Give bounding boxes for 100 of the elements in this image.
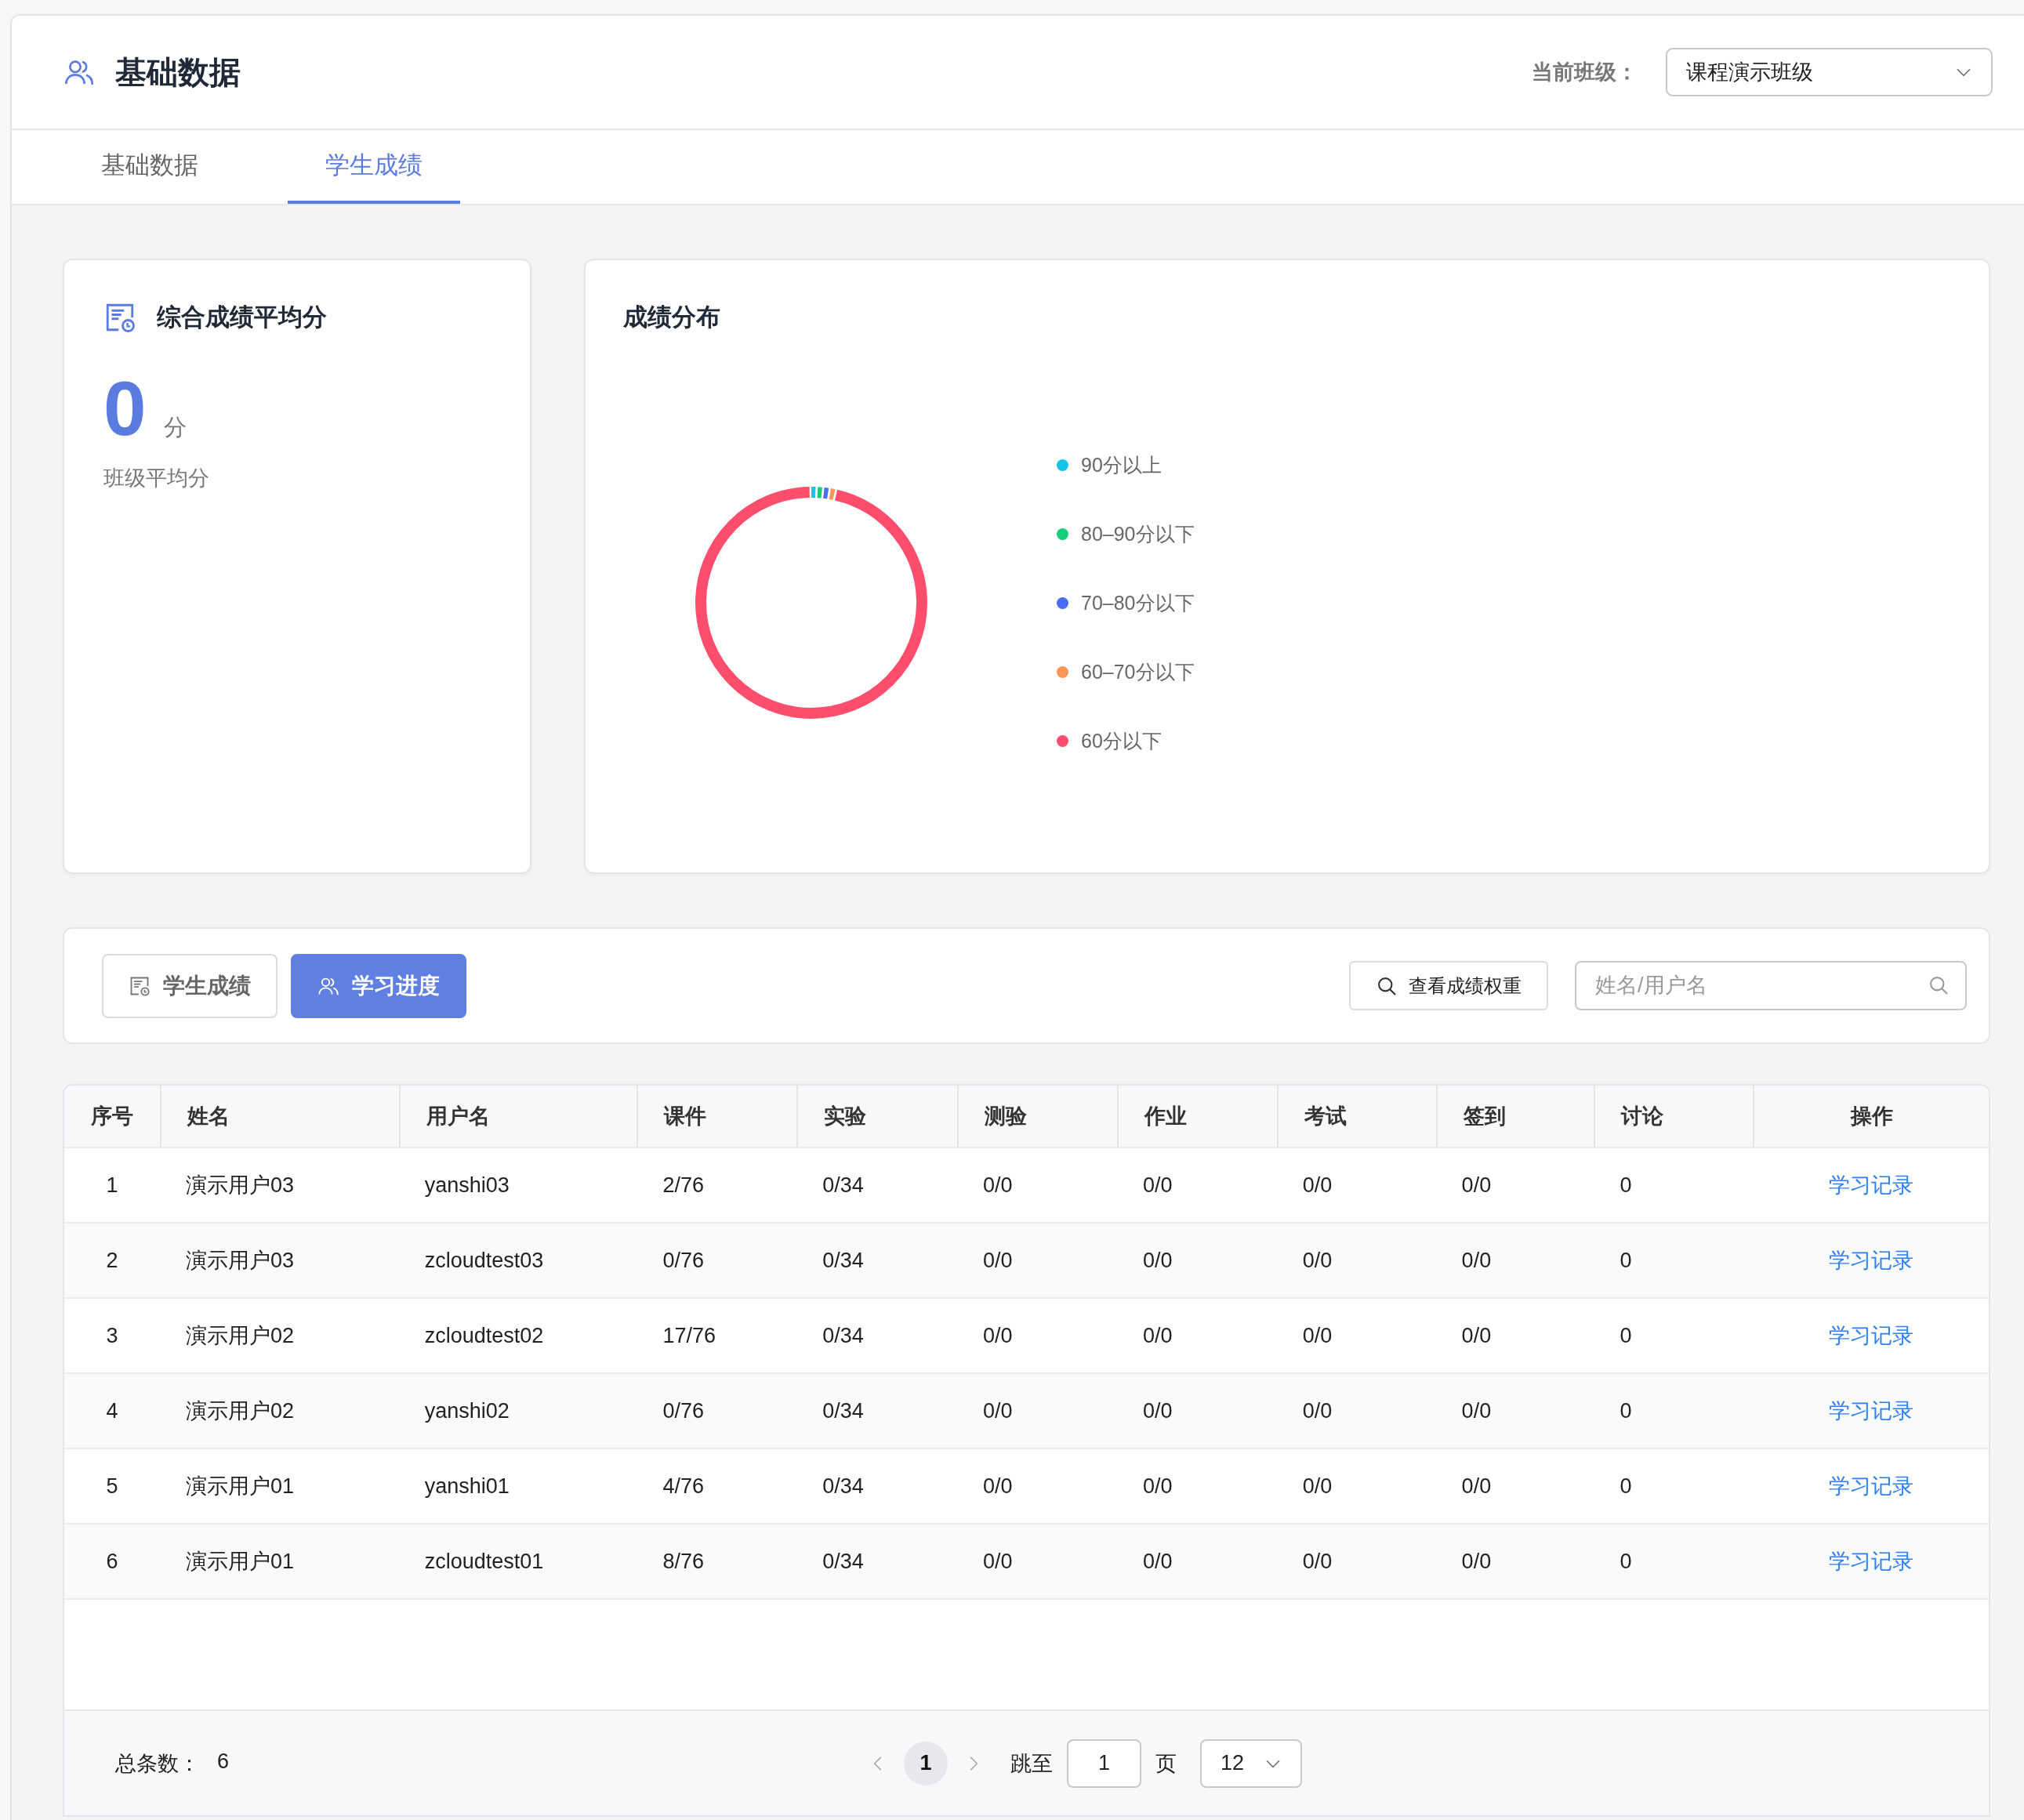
table-cell: 3 — [106, 1323, 118, 1348]
total-count: 6 — [217, 1749, 230, 1775]
table-cell: 0/0 — [1461, 1398, 1492, 1423]
table-cell-text: 演示用户02 — [185, 1398, 294, 1424]
table-cell: 5 — [106, 1474, 118, 1499]
search-field[interactable]: 姓名/用户名 — [1575, 961, 1967, 1010]
card-title: 综合成绩平均分 — [157, 303, 327, 332]
tab[interactable]: 基础数据 — [63, 130, 236, 204]
table-cell: zcloudtest03 — [424, 1248, 544, 1273]
table-cell: 0 — [1620, 1248, 1632, 1273]
table-cell: 0 — [1620, 1398, 1632, 1423]
legend-label: 60–70分以下 — [1081, 659, 1195, 684]
column-header: 讨论 — [1594, 1086, 1754, 1147]
study-record-link[interactable]: 学习记录 — [1828, 1397, 1913, 1425]
study-record-link[interactable]: 学习记录 — [1828, 1472, 1913, 1500]
page-title: 基础数据 — [115, 53, 241, 91]
table-cell: 0/0 — [983, 1549, 1013, 1574]
total-label: 总条数： — [115, 1750, 200, 1777]
table-cell: 0/34 — [822, 1248, 864, 1273]
tab[interactable]: 学生成绩 — [288, 130, 460, 204]
class-label: 当前班级： — [1532, 60, 1638, 85]
legend-label: 90分以上 — [1081, 452, 1162, 477]
search-icon — [1928, 974, 1950, 996]
table-cell-text: 演示用户03 — [185, 1248, 294, 1274]
page-unit-label: 页 — [1155, 1750, 1177, 1777]
table-cell: 0/0 — [1142, 1474, 1173, 1499]
table-cell: 0/0 — [1461, 1474, 1492, 1499]
table-cell: 0/0 — [983, 1323, 1013, 1348]
column-header: 考试 — [1276, 1086, 1436, 1147]
legend-label: 70–80分以下 — [1081, 590, 1195, 615]
table-cell: 0/0 — [1461, 1323, 1492, 1348]
table-cell: 6 — [106, 1549, 118, 1574]
page-size-select[interactable]: 12 — [1200, 1738, 1303, 1788]
table-cell: 1 — [106, 1173, 118, 1198]
jump-page-field[interactable]: 1 — [1067, 1738, 1141, 1788]
view-toggle-button[interactable]: 学习进度 — [291, 953, 466, 1018]
table-cell: 0 — [1620, 1549, 1632, 1574]
study-record-link[interactable]: 学习记录 — [1828, 1321, 1913, 1350]
table-cell: 0/0 — [983, 1173, 1013, 1198]
table-cell-text: 演示用户01 — [185, 1549, 294, 1575]
score-unit: 分 — [163, 414, 187, 441]
table-cell: 0/0 — [1142, 1323, 1173, 1348]
table-cell: 0 — [1620, 1173, 1632, 1198]
table-cell: 2 — [106, 1248, 118, 1273]
table-cell: 0/0 — [1302, 1248, 1333, 1273]
table-cell: 17/76 — [662, 1323, 716, 1348]
column-header: 作业 — [1116, 1086, 1277, 1147]
column-header: 课件 — [637, 1086, 797, 1147]
study-record-link[interactable]: 学习记录 — [1828, 1246, 1913, 1274]
table-cell: 0/0 — [983, 1248, 1013, 1273]
column-header: 用户名 — [398, 1086, 637, 1147]
score-caption: 班级平均分 — [103, 466, 210, 491]
table-cell: 0/0 — [983, 1398, 1013, 1423]
table-cell-text: 演示用户01 — [185, 1474, 294, 1499]
table-cell: 4/76 — [662, 1474, 704, 1499]
table-cell: 0/0 — [1461, 1549, 1492, 1574]
table-cell: yanshi01 — [424, 1474, 510, 1499]
table-cell: 0/0 — [983, 1474, 1013, 1499]
column-header: 姓名 — [159, 1086, 399, 1147]
table-cell: 0/34 — [822, 1474, 864, 1499]
table-cell: 0/34 — [822, 1398, 864, 1423]
table-cell: 0/0 — [1142, 1248, 1173, 1273]
study-record-link[interactable]: 学习记录 — [1828, 1171, 1913, 1199]
study-record-link[interactable]: 学习记录 — [1828, 1547, 1913, 1575]
table-cell: 8/76 — [662, 1549, 704, 1574]
table-cell: zcloudtest01 — [424, 1549, 544, 1574]
table-cell: 2/76 — [662, 1173, 704, 1198]
view-toggle-button[interactable]: 学生成绩 — [102, 953, 277, 1018]
table-cell: 0/0 — [1142, 1173, 1173, 1198]
legend-label: 80–90分以下 — [1081, 521, 1195, 546]
average-score: 0 — [103, 370, 147, 447]
table-cell: 0/0 — [1302, 1398, 1333, 1423]
table-cell: 0/0 — [1302, 1474, 1333, 1499]
table-cell: 0/76 — [662, 1248, 704, 1273]
table-cell: yanshi02 — [424, 1398, 510, 1423]
column-header: 签到 — [1435, 1086, 1594, 1147]
table-cell: 0 — [1620, 1323, 1632, 1348]
class-select[interactable]: 课程演示班级 — [1666, 48, 1993, 96]
table-cell: zcloudtest02 — [424, 1323, 544, 1348]
table-cell: 0/34 — [822, 1549, 864, 1574]
table-cell-text: 演示用户02 — [185, 1323, 294, 1349]
table-cell: 0/0 — [1142, 1398, 1173, 1423]
table-cell: 0/0 — [1302, 1323, 1333, 1348]
table-cell-text: 演示用户03 — [185, 1173, 294, 1198]
card-title: 成绩分布 — [623, 303, 721, 332]
table-cell: 0/34 — [822, 1323, 864, 1348]
table-cell: 0/0 — [1461, 1248, 1492, 1273]
table-cell: yanshi03 — [424, 1173, 510, 1198]
table-cell: 0/0 — [1302, 1173, 1333, 1198]
table-cell: 0/0 — [1302, 1549, 1333, 1574]
table-cell: 0/0 — [1142, 1549, 1173, 1574]
table-cell: 0/34 — [822, 1173, 864, 1198]
column-header: 操作 — [1753, 1086, 1989, 1147]
table-cell: 0 — [1620, 1474, 1632, 1499]
jump-label: 跳至 — [1010, 1750, 1053, 1777]
page-number[interactable]: 1 — [904, 1741, 948, 1786]
column-header: 测验 — [957, 1086, 1117, 1147]
column-header: 实验 — [796, 1086, 958, 1147]
weight-button[interactable]: 查看成绩权重 — [1349, 961, 1548, 1010]
column-header: 序号 — [89, 1104, 134, 1129]
